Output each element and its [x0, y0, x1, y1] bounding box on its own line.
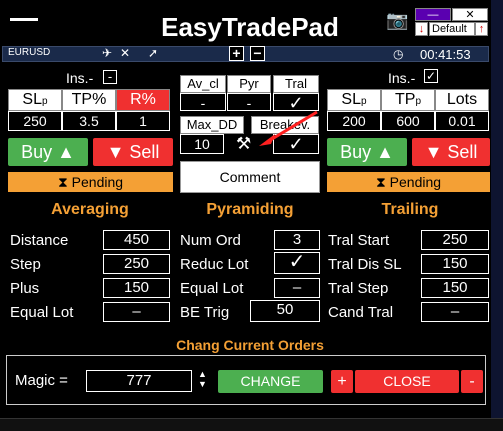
pending-button[interactable]: ⧗ Pending [8, 172, 173, 192]
trailing-dis-sl-input[interactable]: 150 [421, 254, 489, 274]
max-dd-input[interactable]: 10 [180, 134, 224, 154]
averaging-distance-input[interactable]: 450 [103, 230, 170, 250]
close-plus-button[interactable]: + [331, 370, 353, 393]
camera-icon[interactable]: 📷 [386, 10, 408, 31]
pyramiding-num-ord-input[interactable]: 3 [274, 230, 320, 250]
symbol-bar [2, 46, 489, 62]
right-lots-input[interactable]: 0.01 [435, 111, 489, 131]
pyramiding-equal-lot-toggle[interactable]: – [274, 278, 320, 298]
averaging-plus-label: Plus [10, 280, 40, 297]
pyramiding-be-trig-input[interactable]: 50 [250, 300, 320, 322]
expand-button[interactable]: + [229, 46, 244, 61]
left-risk-input[interactable]: 1 [116, 111, 170, 131]
pyramiding-title: Pyramiding [206, 201, 294, 218]
trailing-cand-tral-toggle[interactable]: – [421, 302, 489, 322]
right-sl-input[interactable]: 200 [327, 111, 381, 131]
magic-label: Magic = [15, 372, 68, 389]
trailing-step-input[interactable]: 150 [421, 278, 489, 298]
right-ins-label: Ins.- [388, 70, 416, 86]
pyramiding-be-trig-label: BE Trig [180, 304, 230, 321]
pyramiding-reduc-lot-label: Reduc Lot [180, 256, 249, 273]
sell-pending-button[interactable]: ▼ Sell [412, 138, 490, 166]
right-lots-header: Lots [435, 89, 489, 111]
right-tp-header: TPp [381, 89, 435, 111]
left-ins-toggle[interactable]: - [103, 70, 117, 84]
orders-title: Chang Current Orders [176, 337, 324, 353]
left-tp-header: TP% [62, 89, 116, 111]
averaging-distance-label: Distance [10, 232, 69, 249]
change-button[interactable]: CHANGE [218, 370, 323, 393]
chart-bottom-strip [0, 418, 503, 431]
chart-edge-strip [491, 0, 503, 431]
trailing-step-label: Tral Step [328, 280, 389, 297]
av-cl-header: Av_cl [180, 75, 226, 93]
pyramiding-equal-lot-label: Equal Lot [180, 280, 244, 297]
minimize-button[interactable]: — [415, 8, 451, 21]
close-minus-button[interactable]: - [461, 370, 483, 393]
trailing-title: Trailing [381, 201, 439, 218]
close-orders-button[interactable]: CLOSE [355, 370, 459, 393]
chart-icon[interactable]: ✕ [120, 46, 130, 60]
right-tp-input[interactable]: 600 [381, 111, 435, 131]
upload-icon[interactable]: ↑ [475, 22, 488, 36]
app-title: EasyTradePad [161, 12, 339, 42]
av-cl-toggle[interactable]: - [180, 93, 226, 111]
pyramiding-reduc-lot-toggle[interactable]: ✓ [274, 252, 320, 274]
red-arrow-annotation [259, 110, 318, 146]
averaging-equal-lot-toggle[interactable]: – [103, 302, 170, 322]
magic-input[interactable]: 777 [86, 370, 192, 392]
left-ins-label: Ins.- [66, 70, 94, 86]
right-pending-button[interactable]: ⧗ Pending [327, 172, 490, 192]
trailing-start-label: Tral Start [328, 232, 390, 249]
clock-icon: ◷ [393, 47, 404, 61]
arrow-icon[interactable]: ➚ [148, 46, 158, 60]
sell-button[interactable]: ▼ Sell [93, 138, 173, 166]
left-sl-input[interactable]: 250 [8, 111, 62, 131]
pyramiding-num-ord-label: Num Ord [180, 232, 241, 249]
menu-icon[interactable] [10, 18, 38, 21]
download-icon[interactable]: ↓ [415, 22, 428, 36]
buy-button[interactable]: Buy ▲ [8, 138, 88, 166]
left-tp-input[interactable]: 3.5 [62, 111, 116, 131]
averaging-title: Averaging [51, 201, 129, 218]
buy-pending-button[interactable]: Buy ▲ [327, 138, 407, 166]
pyr-header: Pyr [227, 75, 271, 93]
collapse-button[interactable]: − [250, 46, 265, 61]
trailing-cand-tral-label: Cand Tral [328, 304, 394, 321]
tools-icon[interactable]: ⚒ [236, 134, 251, 154]
trailing-start-input[interactable]: 250 [421, 230, 489, 250]
close-button[interactable]: ✕ [452, 8, 488, 21]
magic-stepper[interactable]: ▲ ▼ [198, 369, 207, 389]
symbol-label: EURUSD [8, 47, 51, 58]
server-time: 00:41:53 [420, 47, 471, 62]
left-risk-header: R% [116, 89, 170, 111]
tral-header: Tral [273, 75, 319, 93]
averaging-step-input[interactable]: 250 [103, 254, 170, 274]
averaging-step-label: Step [10, 256, 41, 273]
left-sl-header: SLp [8, 89, 62, 111]
max-dd-header: Max_DD [180, 116, 244, 134]
averaging-plus-input[interactable]: 150 [103, 278, 170, 298]
trailing-dis-sl-label: Tral Dis SL [328, 256, 402, 273]
default-preset-button[interactable]: Default [429, 22, 475, 36]
averaging-equal-lot-label: Equal Lot [10, 304, 74, 321]
right-ins-toggle[interactable]: ✓ [424, 69, 438, 83]
pin-icon[interactable]: ✈ [102, 46, 112, 60]
right-sl-header: SLp [327, 89, 381, 111]
comment-input[interactable]: Comment [180, 161, 320, 193]
